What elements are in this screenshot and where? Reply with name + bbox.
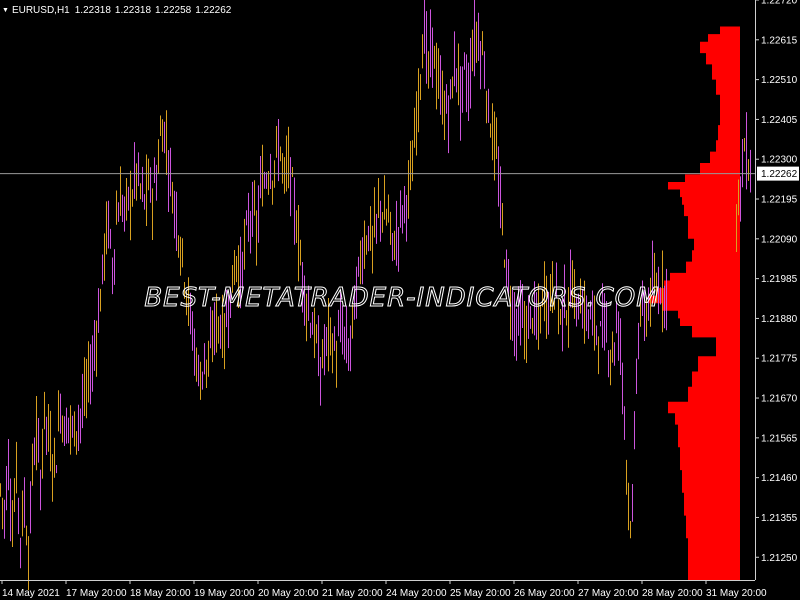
y-tick-label: 1.22720 (761, 0, 798, 7)
y-tick-label: 1.21670 (761, 394, 798, 405)
y-tick-label: 1.22615 (761, 35, 798, 46)
y-tick-label: 1.21355 (761, 513, 798, 524)
chart-window[interactable]: 1.22720 1.22615 1.22510 1.22405 1.22300 1.221… (0, 0, 800, 600)
y-tick-label: 1.21565 (761, 433, 798, 444)
close-quote: 1.22262 (195, 4, 232, 16)
y-tick-label: 1.21880 (761, 314, 798, 325)
high-quote: 1.22318 (114, 4, 152, 16)
x-tick-label: 20 May 20:00 (258, 588, 319, 599)
y-tick-label: 1.22300 (761, 155, 798, 166)
y-tick-label: 1.21775 (761, 354, 798, 365)
x-tick-label: 24 May 20:00 (386, 588, 447, 599)
x-tick-label: 27 May 20:00 (578, 588, 639, 599)
x-tick-label: 21 May 20:00 (322, 588, 383, 599)
x-tick-label: 18 May 20:00 (130, 588, 191, 599)
x-tick-label: 26 May 20:00 (514, 588, 575, 599)
volume-profile (648, 26, 740, 580)
x-tick-label: 31 May 20:00 (706, 588, 767, 599)
y-tick-label: 1.21985 (761, 274, 798, 285)
x-tick-label: 19 May 20:00 (194, 588, 255, 599)
y-tick-label: 1.22195 (761, 195, 798, 206)
y-tick-label: 1.21460 (761, 473, 798, 484)
price-chart[interactable]: 1.22720 1.22615 1.22510 1.22405 1.22300 1.221… (0, 0, 800, 600)
x-tick-label: 14 May 2021 (2, 588, 60, 599)
x-tick-label: 28 May 20:00 (642, 588, 703, 599)
symbol-info-bar: ▼ EURUSD,H1 1.22318 1.22318 1.22258 1.22… (2, 2, 235, 18)
open-quote: 1.22318 (74, 4, 111, 16)
x-tick-label: 17 May 20:00 (66, 588, 127, 599)
x-tick-label: 25 May 20:00 (450, 588, 511, 599)
y-tick-label: 1.21250 (761, 553, 798, 564)
low-quote: 1.22258 (155, 4, 192, 16)
y-tick-label: 1.22405 (761, 115, 798, 126)
watermark-text: BEST-METATRADER-INDICATORS.COM (144, 283, 659, 313)
current-price-label: 1.22262 (761, 169, 798, 180)
y-tick-label: 1.22090 (761, 234, 798, 245)
symbol-label: EURUSD,H1 (11, 4, 70, 16)
y-tick-label: 1.22510 (761, 75, 798, 86)
triangle-down-icon[interactable]: ▼ (2, 7, 9, 14)
